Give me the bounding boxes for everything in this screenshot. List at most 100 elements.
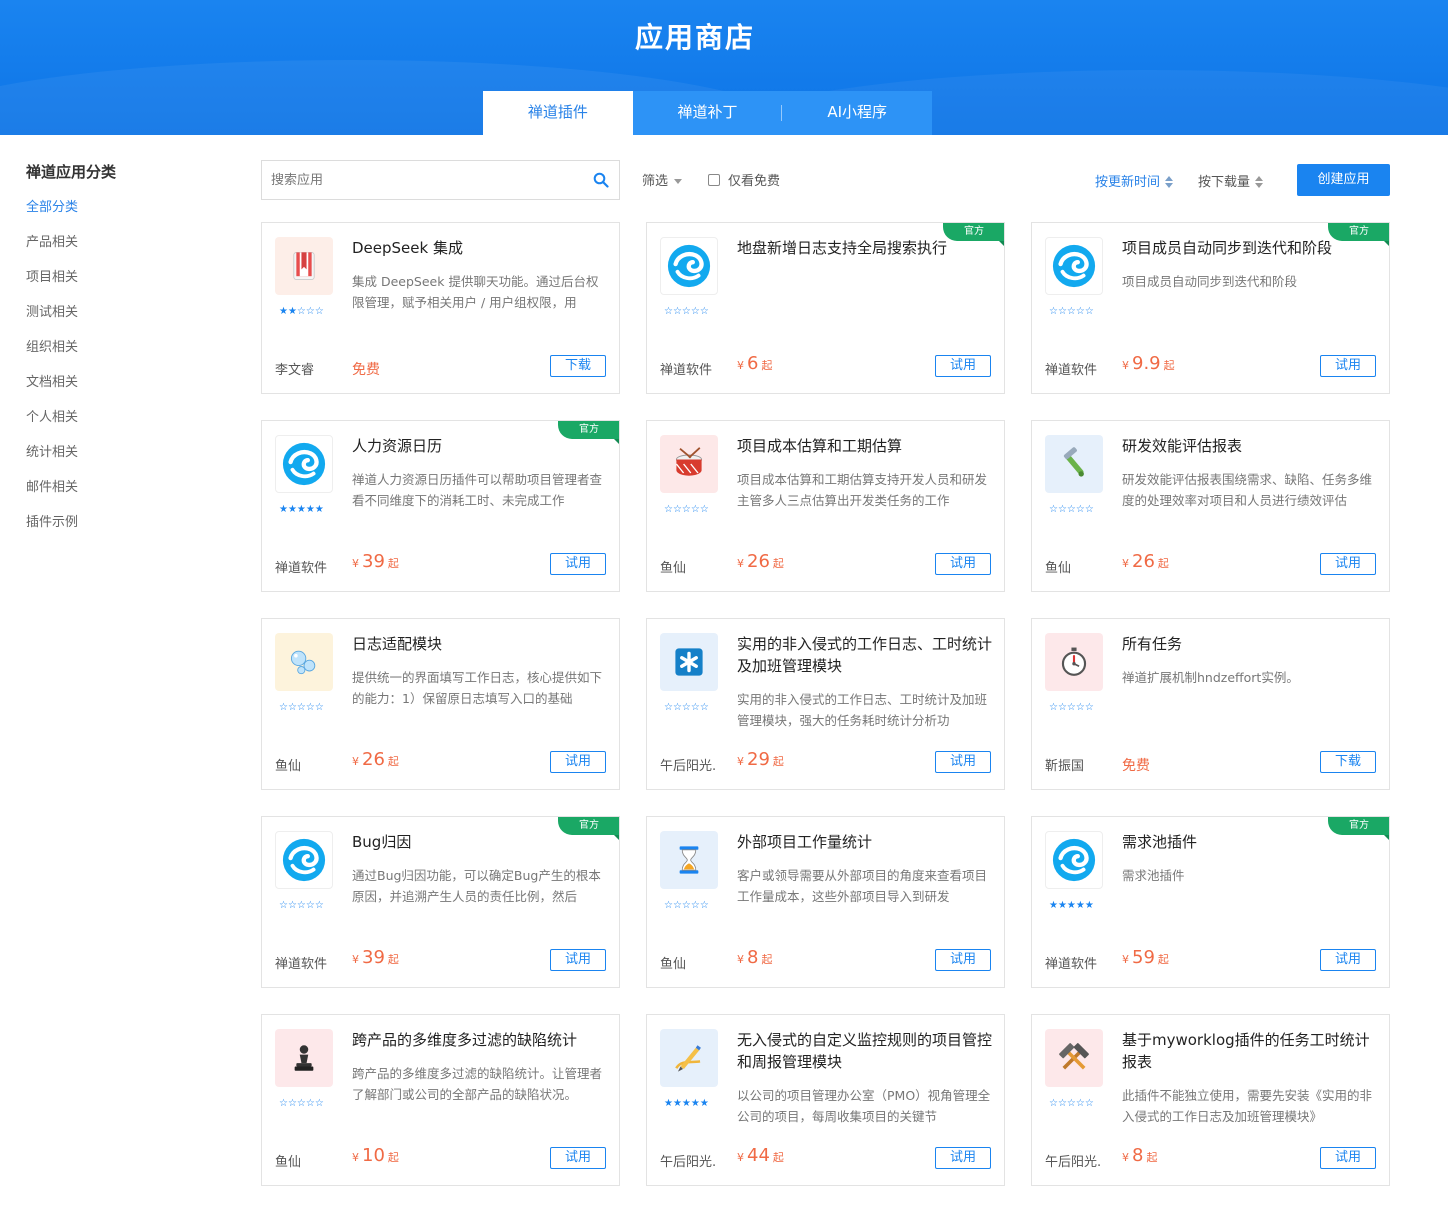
download-button[interactable]: 下载 — [550, 355, 606, 377]
app-name[interactable]: 所有任务 — [1122, 633, 1377, 655]
price-suffix: 起 — [1163, 359, 1175, 372]
razor-icon — [1045, 435, 1103, 493]
currency-symbol: ¥ — [1122, 953, 1129, 966]
app-card[interactable]: ☆☆☆☆☆ 项目成员自动同步到迭代和阶段 项目成员自动同步到迭代和阶段 禅道软件 ¥9.… — [1031, 222, 1390, 394]
official-badge: 官方 — [943, 223, 1004, 247]
app-name[interactable]: 外部项目工作量统计 — [737, 831, 992, 853]
app-name[interactable]: 实用的非入侵式的工作日志、工时统计及加班管理模块 — [737, 633, 992, 677]
app-name[interactable]: 项目成本估算和工期估算 — [737, 435, 992, 457]
sidebar-item-test[interactable]: 测试相关 — [26, 301, 186, 336]
sort-label: 按下载量 — [1198, 175, 1251, 190]
tab-ai-miniprograms[interactable]: AI小程序 — [782, 91, 932, 135]
app-description: 禅道扩展机制hndzeffort实例。 — [1122, 670, 1299, 685]
try-button[interactable]: 试用 — [935, 751, 991, 773]
app-name[interactable]: 基于myworklog插件的任务工时统计报表 — [1122, 1029, 1377, 1073]
tab-zentao-patches[interactable]: 禅道补丁 — [633, 91, 783, 135]
try-button[interactable]: 试用 — [1320, 553, 1376, 575]
app-card[interactable]: ★★★★★ 人力资源日历 禅道人力资源日历插件可以帮助项目管理者查看不同维度下的消耗… — [261, 420, 620, 592]
price-value: 59 — [1132, 947, 1155, 968]
caret-down-icon — [674, 179, 683, 184]
currency-symbol: ¥ — [737, 755, 744, 768]
price-value: 8 — [1132, 1145, 1144, 1166]
download-button[interactable]: 下载 — [1320, 751, 1376, 773]
free-only-checkbox[interactable]: 仅看免费 — [708, 170, 780, 189]
app-card[interactable]: ☆☆☆☆☆ 地盘新增日志支持全局搜索执行 禅道软件 ¥6 起试用 官方 — [646, 222, 1005, 394]
app-name[interactable]: 日志适配模块 — [352, 633, 607, 655]
app-description: 此插件不能独立使用，需要先安装《实用的非入侵式的工作日志及加班管理模块》 — [1122, 1088, 1373, 1124]
app-name[interactable]: 无入侵式的自定义监控规则的项目管控和周报管理模块 — [737, 1029, 992, 1073]
try-button[interactable]: 试用 — [1320, 1147, 1376, 1169]
app-author: 鱼仙 — [275, 1155, 302, 1170]
zentao-logo-icon — [1045, 237, 1103, 295]
app-card[interactable]: ★★☆☆☆ DeepSeek 集成 集成 DeepSeek 提供聊天功能。通过后台权… — [261, 222, 620, 394]
book-icon — [275, 237, 333, 295]
app-card[interactable]: ☆☆☆☆☆ 所有任务 禅道扩展机制hndzeffort实例。 靳振国 免费 下载 — [1031, 618, 1390, 790]
app-card[interactable]: ☆☆☆☆☆ 跨产品的多维度多过滤的缺陷统计 跨产品的多维度多过滤的缺陷统计。让管理者… — [261, 1014, 620, 1186]
try-button[interactable]: 试用 — [1320, 355, 1376, 377]
app-card[interactable]: ★★★★★ 需求池插件 需求池插件 禅道软件 ¥59 起试用 官方 — [1031, 816, 1390, 988]
currency-symbol: ¥ — [737, 557, 744, 570]
try-button[interactable]: 试用 — [935, 355, 991, 377]
app-name[interactable]: DeepSeek 集成 — [352, 237, 607, 259]
app-description: 禅道人力资源日历插件可以帮助项目管理者查看不同维度下的消耗工时、未完成工作 — [352, 472, 603, 508]
price-suffix: 起 — [772, 557, 784, 570]
sidebar-item-all[interactable]: 全部分类 — [26, 196, 186, 231]
app-card[interactable]: ☆☆☆☆☆ 外部项目工作量统计 客户或领导需要从外部项目的角度来查看项目工作量成本，… — [646, 816, 1005, 988]
currency-symbol: ¥ — [737, 953, 744, 966]
try-button[interactable]: 试用 — [935, 1147, 991, 1169]
try-button[interactable]: 试用 — [935, 553, 991, 575]
app-price: ¥6 起 — [737, 353, 772, 374]
page-title: 应用商店 — [634, 21, 755, 54]
app-description: 以公司的项目管理办公室（PMO）视角管理全公司的项目，每周收集项目的关键节 — [737, 1088, 991, 1124]
try-button[interactable]: 试用 — [550, 553, 606, 575]
sort-by-downloads[interactable]: 按下载量 — [1198, 171, 1264, 190]
price-value: 39 — [362, 551, 385, 572]
app-author: 鱼仙 — [1045, 561, 1072, 576]
currency-symbol: ¥ — [1122, 557, 1129, 570]
sidebar-item-personal[interactable]: 个人相关 — [26, 406, 186, 441]
app-card[interactable]: ☆☆☆☆☆ 项目成本估算和工期估算 项目成本估算和工期估算支持开发人员和研发主管多人… — [646, 420, 1005, 592]
app-description: 客户或领导需要从外部项目的角度来查看项目工作量成本，这些外部项目导入到研发 — [737, 868, 988, 904]
tab-zentao-plugins[interactable]: 禅道插件 — [483, 91, 633, 135]
app-card[interactable]: ☆☆☆☆☆ 研发效能评估报表 研发效能评估报表围绕需求、缺陷、任务多维度的处理效率对… — [1031, 420, 1390, 592]
search-input[interactable] — [262, 161, 582, 199]
rating-stars: ☆☆☆☆☆ — [1049, 1098, 1094, 1109]
filter-dropdown[interactable]: 筛选 — [642, 170, 683, 189]
try-button[interactable]: 试用 — [935, 949, 991, 971]
try-button[interactable]: 试用 — [550, 751, 606, 773]
price-suffix: 起 — [387, 1151, 399, 1164]
sidebar-item-plugin-examples[interactable]: 插件示例 — [26, 511, 186, 546]
sidebar-item-product[interactable]: 产品相关 — [26, 231, 186, 266]
rating-stars: ★★★★★ — [279, 504, 324, 515]
app-card[interactable]: ★★★★★ 无入侵式的自定义监控规则的项目管控和周报管理模块 以公司的项目管理办公室… — [646, 1014, 1005, 1186]
hammers-icon — [1045, 1029, 1103, 1087]
official-badge: 官方 — [558, 421, 619, 445]
try-button[interactable]: 试用 — [1320, 949, 1376, 971]
app-name[interactable]: 研发效能评估报表 — [1122, 435, 1377, 457]
sidebar-item-statistics[interactable]: 统计相关 — [26, 441, 186, 476]
sidebar-item-mail[interactable]: 邮件相关 — [26, 476, 186, 511]
search-icon[interactable] — [593, 172, 609, 188]
official-badge: 官方 — [558, 817, 619, 841]
app-card[interactable]: ☆☆☆☆☆ 实用的非入侵式的工作日志、工时统计及加班管理模块 实用的非入侵式的工作日… — [646, 618, 1005, 790]
try-button[interactable]: 试用 — [550, 949, 606, 971]
app-name[interactable]: 跨产品的多维度多过滤的缺陷统计 — [352, 1029, 607, 1051]
app-author: 禅道软件 — [275, 561, 328, 576]
rating-stars: ☆☆☆☆☆ — [279, 900, 324, 911]
app-author: 禅道软件 — [1045, 363, 1098, 378]
sidebar-item-organization[interactable]: 组织相关 — [26, 336, 186, 371]
tab-label: 禅道补丁 — [677, 103, 738, 121]
try-button[interactable]: 试用 — [550, 1147, 606, 1169]
app-price: ¥8 起 — [737, 947, 772, 968]
checkbox-icon[interactable] — [708, 174, 720, 186]
price-suffix: 起 — [387, 557, 399, 570]
sidebar-item-project[interactable]: 项目相关 — [26, 266, 186, 301]
app-card[interactable]: ☆☆☆☆☆ Bug归因 通过Bug归因功能，可以确定Bug产生的根本原因，并追溯产生… — [261, 816, 620, 988]
sort-by-update-time[interactable]: 按更新时间 — [1095, 171, 1174, 190]
app-card[interactable]: ☆☆☆☆☆ 日志适配模块 提供统一的界面填写工作日志，核心提供如下的能力：1）保留原… — [261, 618, 620, 790]
create-app-button[interactable]: 创建应用 — [1297, 164, 1390, 196]
app-author: 李文睿 — [275, 363, 315, 378]
sidebar-item-document[interactable]: 文档相关 — [26, 371, 186, 406]
app-card[interactable]: ☆☆☆☆☆ 基于myworklog插件的任务工时统计报表此插件不能独立使用，需要先… — [1031, 1014, 1390, 1186]
app-price: 免费 — [1122, 758, 1150, 774]
